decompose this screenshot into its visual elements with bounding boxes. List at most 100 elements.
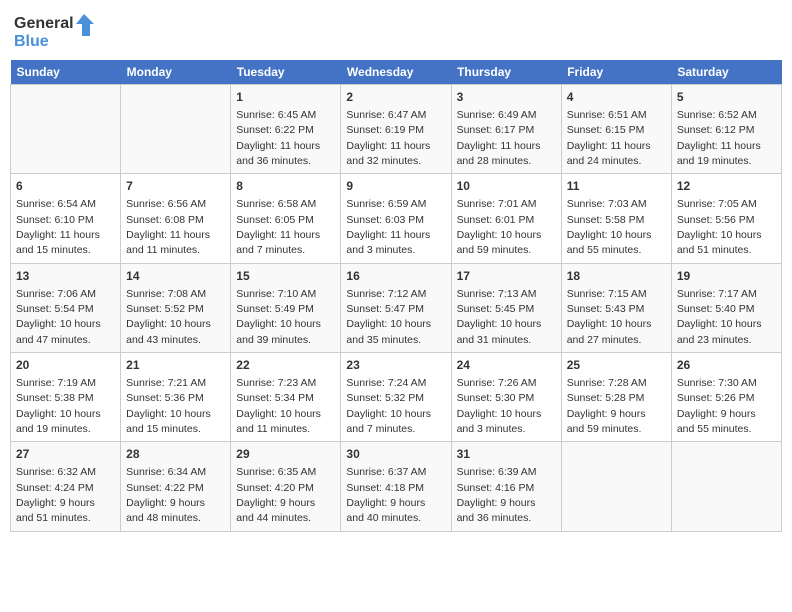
day-number: 4	[567, 89, 666, 106]
calendar-cell: 12 Sunrise: 7:05 AM Sunset: 5:56 PM Dayli…	[671, 174, 781, 263]
day-header-thursday: Thursday	[451, 60, 561, 85]
header-row: SundayMondayTuesdayWednesdayThursdayFrid…	[11, 60, 782, 85]
logo: General Blue	[14, 10, 94, 54]
calendar-cell: 25Sunrise: 7:28 AM Sunset: 5:28 PM Dayli…	[561, 353, 671, 442]
day-number: 23	[346, 357, 445, 374]
calendar-cell: 31 Sunrise: 6:39 AM Sunset: 4:16 PM Dayli…	[451, 442, 561, 531]
day-header-tuesday: Tuesday	[231, 60, 341, 85]
day-info: Sunrise: 7:24 AM Sunset: 5:32 PM Dayligh…	[346, 377, 431, 435]
day-info: Sunrise: 6:58 AM Sunset: 6:05 PM Dayligh…	[236, 198, 320, 256]
calendar-cell: 3Sunrise: 6:49 AM Sunset: 6:17 PM Daylig…	[451, 85, 561, 174]
day-info: Sunrise: 7:12 AM Sunset: 5:47 PM Dayligh…	[346, 288, 431, 346]
calendar-cell: 1 Sunrise: 6:45 AM Sunset: 6:22 PM Daylig…	[231, 85, 341, 174]
calendar-cell: 5 Sunrise: 6:52 AM Sunset: 6:12 PM Daylig…	[671, 85, 781, 174]
day-number: 28	[126, 446, 225, 463]
day-number: 16	[346, 268, 445, 285]
day-header-monday: Monday	[121, 60, 231, 85]
day-number: 25	[567, 357, 666, 374]
day-info: Sunrise: 6:32 AM Sunset: 4:24 PM Dayligh…	[16, 466, 96, 524]
logo-svg: General Blue	[14, 10, 94, 54]
calendar-cell: 11 Sunrise: 7:03 AM Sunset: 5:58 PM Dayli…	[561, 174, 671, 263]
calendar-cell	[671, 442, 781, 531]
day-info: Sunrise: 7:17 AM Sunset: 5:40 PM Dayligh…	[677, 288, 762, 346]
day-number: 8	[236, 178, 335, 195]
week-row-1: 1 Sunrise: 6:45 AM Sunset: 6:22 PM Daylig…	[11, 85, 782, 174]
day-number: 6	[16, 178, 115, 195]
day-number: 21	[126, 357, 225, 374]
day-info: Sunrise: 6:51 AM Sunset: 6:15 PM Dayligh…	[567, 109, 651, 167]
day-number: 24	[457, 357, 556, 374]
calendar-cell: 26 Sunrise: 7:30 AM Sunset: 5:26 PM Dayli…	[671, 353, 781, 442]
day-number: 26	[677, 357, 776, 374]
calendar-cell: 23 Sunrise: 7:24 AM Sunset: 5:32 PM Dayli…	[341, 353, 451, 442]
day-info: Sunrise: 7:13 AM Sunset: 5:45 PM Dayligh…	[457, 288, 542, 346]
day-info: Sunrise: 6:47 AM Sunset: 6:19 PM Dayligh…	[346, 109, 430, 167]
day-info: Sunrise: 6:35 AM Sunset: 4:20 PM Dayligh…	[236, 466, 316, 524]
day-number: 9	[346, 178, 445, 195]
calendar-cell: 9 Sunrise: 6:59 AM Sunset: 6:03 PM Daylig…	[341, 174, 451, 263]
day-info: Sunrise: 7:19 AM Sunset: 5:38 PM Dayligh…	[16, 377, 101, 435]
week-row-3: 13Sunrise: 7:06 AM Sunset: 5:54 PM Dayli…	[11, 263, 782, 352]
day-number: 31	[457, 446, 556, 463]
day-number: 14	[126, 268, 225, 285]
day-info: Sunrise: 7:05 AM Sunset: 5:56 PM Dayligh…	[677, 198, 762, 256]
calendar-cell: 13Sunrise: 7:06 AM Sunset: 5:54 PM Dayli…	[11, 263, 121, 352]
day-info: Sunrise: 6:37 AM Sunset: 4:18 PM Dayligh…	[346, 466, 426, 524]
calendar-cell: 29 Sunrise: 6:35 AM Sunset: 4:20 PM Dayli…	[231, 442, 341, 531]
day-number: 27	[16, 446, 115, 463]
day-info: Sunrise: 6:39 AM Sunset: 4:16 PM Dayligh…	[457, 466, 537, 524]
day-number: 10	[457, 178, 556, 195]
day-info: Sunrise: 7:03 AM Sunset: 5:58 PM Dayligh…	[567, 198, 652, 256]
day-info: Sunrise: 7:01 AM Sunset: 6:01 PM Dayligh…	[457, 198, 542, 256]
day-number: 11	[567, 178, 666, 195]
day-header-friday: Friday	[561, 60, 671, 85]
day-number: 29	[236, 446, 335, 463]
day-number: 30	[346, 446, 445, 463]
day-number: 12	[677, 178, 776, 195]
day-info: Sunrise: 7:10 AM Sunset: 5:49 PM Dayligh…	[236, 288, 321, 346]
calendar-cell	[121, 85, 231, 174]
calendar-cell: 30 Sunrise: 6:37 AM Sunset: 4:18 PM Dayli…	[341, 442, 451, 531]
day-info: Sunrise: 7:26 AM Sunset: 5:30 PM Dayligh…	[457, 377, 542, 435]
day-number: 18	[567, 268, 666, 285]
day-info: Sunrise: 6:49 AM Sunset: 6:17 PM Dayligh…	[457, 109, 541, 167]
calendar-cell: 7Sunrise: 6:56 AM Sunset: 6:08 PM Daylig…	[121, 174, 231, 263]
day-info: Sunrise: 6:54 AM Sunset: 6:10 PM Dayligh…	[16, 198, 100, 256]
day-number: 2	[346, 89, 445, 106]
day-info: Sunrise: 6:34 AM Sunset: 4:22 PM Dayligh…	[126, 466, 206, 524]
calendar-cell: 28 Sunrise: 6:34 AM Sunset: 4:22 PM Dayli…	[121, 442, 231, 531]
week-row-4: 20Sunrise: 7:19 AM Sunset: 5:38 PM Dayli…	[11, 353, 782, 442]
calendar-cell: 10 Sunrise: 7:01 AM Sunset: 6:01 PM Dayli…	[451, 174, 561, 263]
day-number: 5	[677, 89, 776, 106]
calendar-cell: 16 Sunrise: 7:12 AM Sunset: 5:47 PM Dayli…	[341, 263, 451, 352]
day-info: Sunrise: 7:30 AM Sunset: 5:26 PM Dayligh…	[677, 377, 757, 435]
calendar-cell	[11, 85, 121, 174]
day-info: Sunrise: 7:23 AM Sunset: 5:34 PM Dayligh…	[236, 377, 321, 435]
svg-text:General: General	[14, 15, 74, 32]
calendar-cell: 14Sunrise: 7:08 AM Sunset: 5:52 PM Dayli…	[121, 263, 231, 352]
calendar-cell	[561, 442, 671, 531]
day-info: Sunrise: 6:45 AM Sunset: 6:22 PM Dayligh…	[236, 109, 320, 167]
day-number: 13	[16, 268, 115, 285]
calendar-cell: 4 Sunrise: 6:51 AM Sunset: 6:15 PM Daylig…	[561, 85, 671, 174]
day-number: 1	[236, 89, 335, 106]
page-header: General Blue	[10, 10, 782, 54]
calendar-cell: 19Sunrise: 7:17 AM Sunset: 5:40 PM Dayli…	[671, 263, 781, 352]
calendar-cell: 17 Sunrise: 7:13 AM Sunset: 5:45 PM Dayli…	[451, 263, 561, 352]
day-header-wednesday: Wednesday	[341, 60, 451, 85]
calendar-cell: 6 Sunrise: 6:54 AM Sunset: 6:10 PM Daylig…	[11, 174, 121, 263]
svg-text:Blue: Blue	[14, 33, 49, 50]
calendar-cell: 8 Sunrise: 6:58 AM Sunset: 6:05 PM Daylig…	[231, 174, 341, 263]
calendar-table: SundayMondayTuesdayWednesdayThursdayFrid…	[10, 60, 782, 532]
calendar-cell: 21 Sunrise: 7:21 AM Sunset: 5:36 PM Dayli…	[121, 353, 231, 442]
day-info: Sunrise: 6:52 AM Sunset: 6:12 PM Dayligh…	[677, 109, 761, 167]
day-info: Sunrise: 6:59 AM Sunset: 6:03 PM Dayligh…	[346, 198, 430, 256]
day-info: Sunrise: 7:21 AM Sunset: 5:36 PM Dayligh…	[126, 377, 211, 435]
day-number: 17	[457, 268, 556, 285]
calendar-cell: 24 Sunrise: 7:26 AM Sunset: 5:30 PM Dayli…	[451, 353, 561, 442]
calendar-cell: 20Sunrise: 7:19 AM Sunset: 5:38 PM Dayli…	[11, 353, 121, 442]
calendar-cell: 27 Sunrise: 6:32 AM Sunset: 4:24 PM Dayli…	[11, 442, 121, 531]
day-number: 7	[126, 178, 225, 195]
calendar-cell: 2 Sunrise: 6:47 AM Sunset: 6:19 PM Daylig…	[341, 85, 451, 174]
week-row-2: 6 Sunrise: 6:54 AM Sunset: 6:10 PM Daylig…	[11, 174, 782, 263]
